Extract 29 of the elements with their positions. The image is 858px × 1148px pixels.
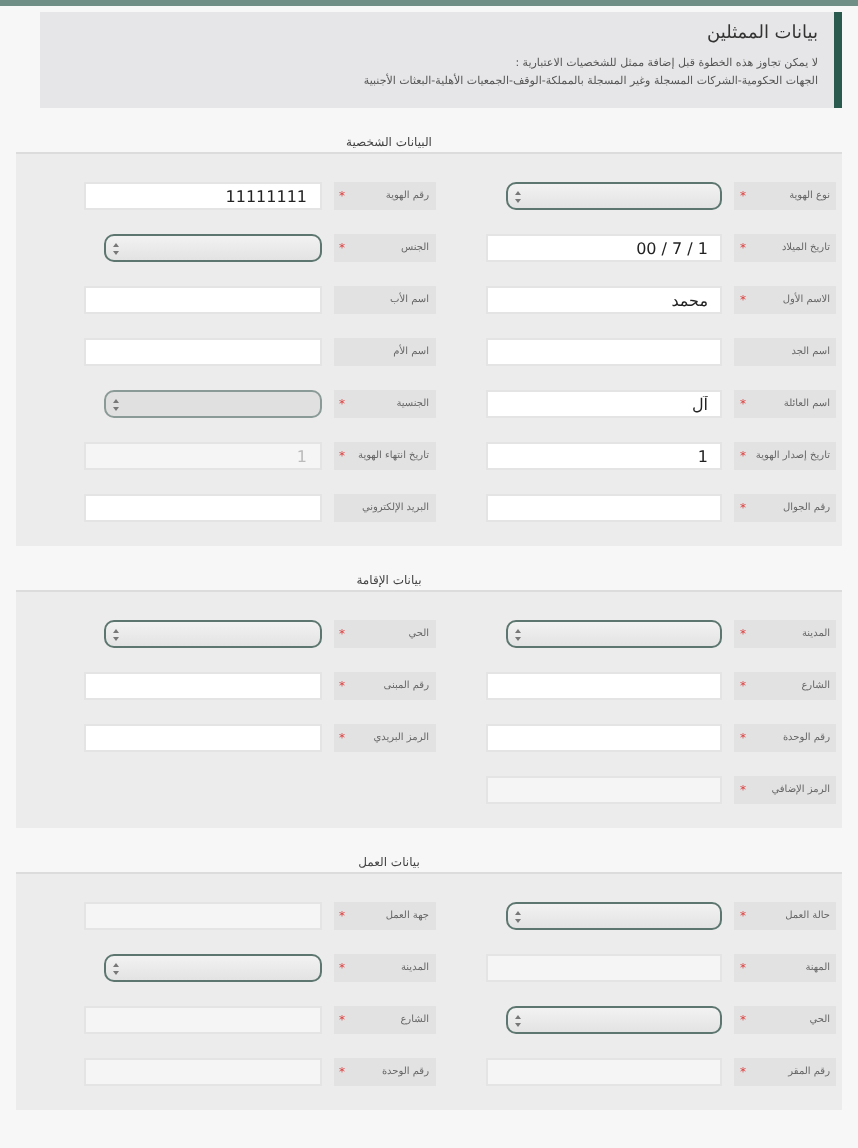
updown-icon (112, 397, 120, 411)
text-field[interactable]: محمد (485, 286, 722, 314)
text-field[interactable] (485, 724, 722, 752)
updown-icon (513, 189, 521, 203)
updown-icon (513, 909, 521, 923)
select-field[interactable] (505, 1006, 722, 1034)
select-field[interactable] (505, 620, 722, 648)
select-field[interactable] (505, 182, 722, 210)
text-field[interactable] (84, 724, 321, 752)
text-field[interactable] (84, 338, 321, 366)
panel-title: بيانات الممثلين (705, 24, 818, 44)
text-field[interactable] (485, 494, 722, 522)
updown-icon (513, 627, 521, 641)
select-field[interactable] (104, 954, 321, 982)
updown-icon (112, 241, 120, 255)
text-field[interactable] (84, 286, 321, 314)
text-field[interactable] (84, 494, 321, 522)
select-field[interactable] (104, 620, 321, 648)
select-field[interactable] (505, 902, 722, 930)
updown-icon (513, 1013, 521, 1027)
text-field[interactable] (84, 672, 321, 700)
select-field[interactable] (104, 234, 321, 262)
updown-icon (112, 627, 120, 641)
text-field[interactable]: 00 / 7 / 1 (485, 234, 722, 262)
text-field[interactable] (485, 672, 722, 700)
text-field[interactable] (485, 338, 722, 366)
text-field[interactable]: 1 (485, 442, 722, 470)
updown-icon (112, 961, 120, 975)
text-field[interactable]: 11111111 (84, 182, 321, 210)
